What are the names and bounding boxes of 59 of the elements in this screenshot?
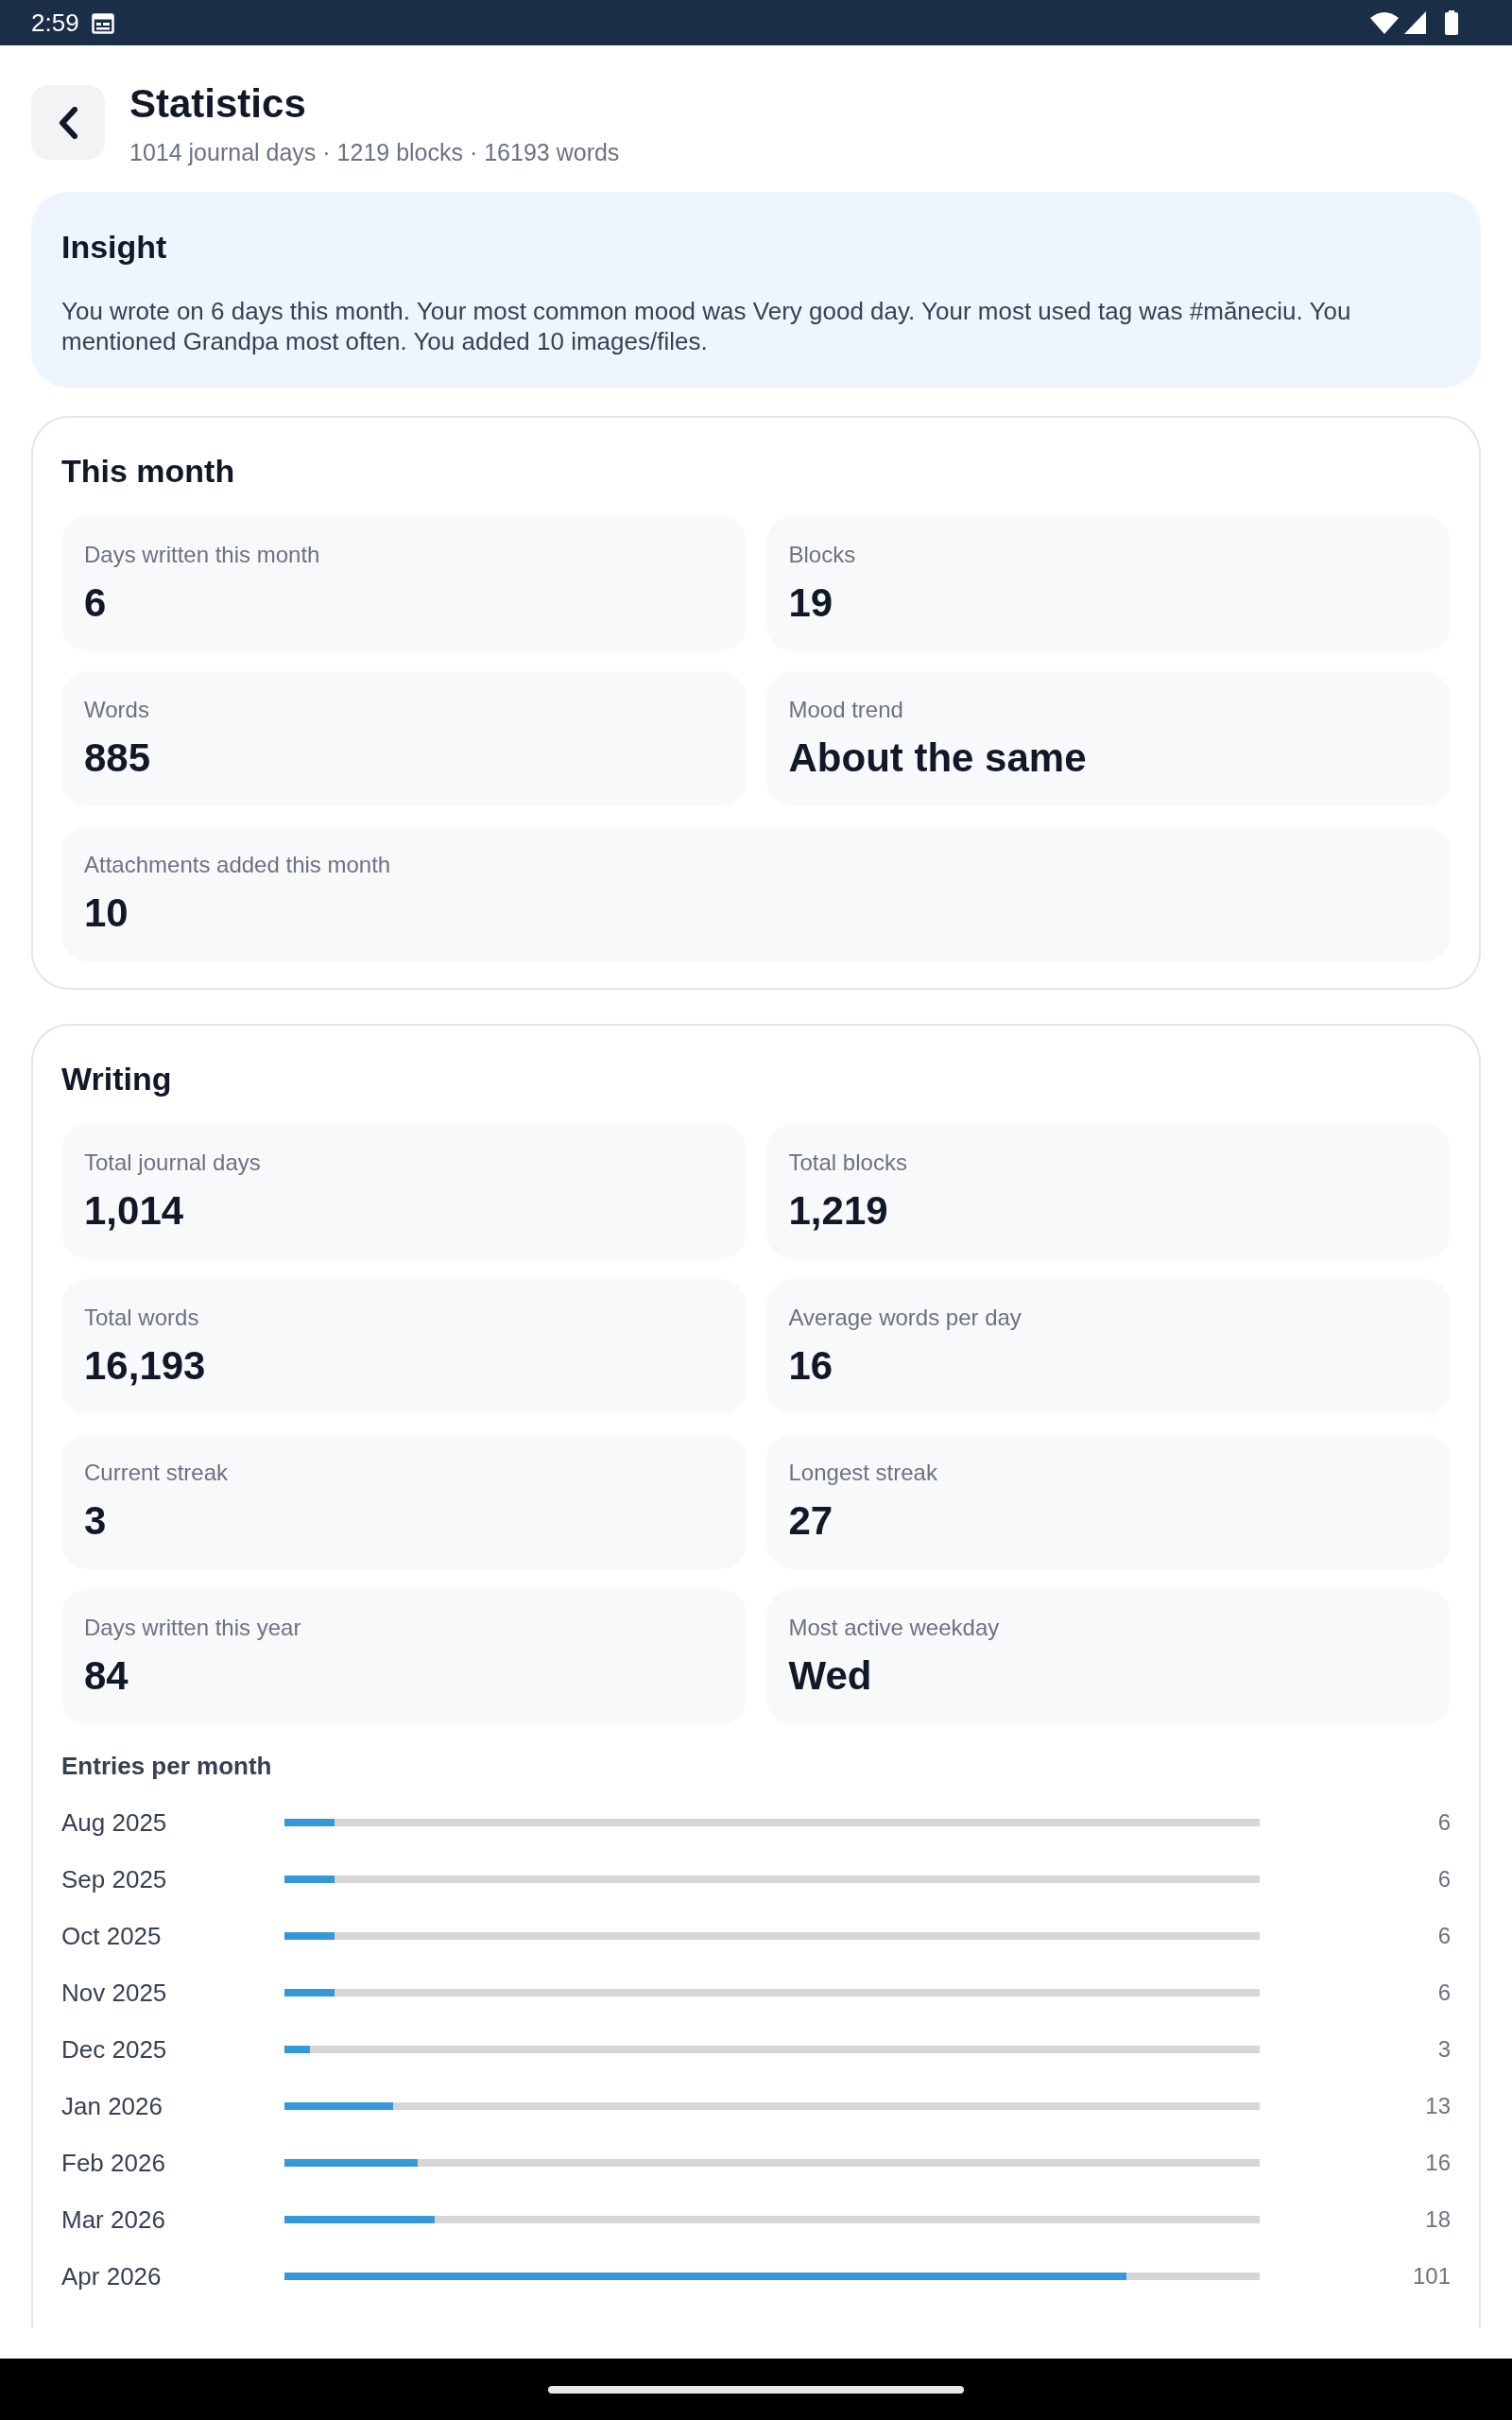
stat-label: Longest streak (788, 1459, 937, 1487)
stat-value: 27 (788, 1497, 833, 1545)
entry-count: 6 (1437, 1922, 1451, 1950)
page-subtitle: 1014 journal days · 1219 blocks · 16193 words (129, 138, 620, 167)
entry-count: 18 (1425, 2205, 1451, 2234)
month-label: Sep 2025 (61, 1864, 167, 1894)
stat-label: Blocks (788, 541, 856, 569)
month-label: Jan 2026 (61, 2091, 163, 2121)
stat-label: Most active weekday (788, 1614, 1000, 1642)
stat-label: Total blocks (788, 1149, 907, 1177)
section-title: This month (61, 452, 236, 490)
insight-text: You wrote on 6 days this month. Your most common mood was Very good day. Your most used tag was #măneciu. You mentioned Grandpa most often. You added 10 images/files. (61, 296, 1352, 356)
stat-value: 16,193 (84, 1342, 206, 1390)
month-label: Dec 2025 (61, 2034, 167, 2065)
battery-icon (1445, 10, 1458, 35)
stat-value: 1,219 (788, 1187, 888, 1235)
wifi-icon (1370, 11, 1399, 34)
entry-count: 6 (1437, 1808, 1451, 1837)
signal-icon (1404, 11, 1426, 34)
entry-count: 6 (1437, 1979, 1451, 2007)
entry-count: 3 (1437, 2035, 1451, 2064)
page-title: Statistics (129, 81, 307, 127)
stat-value: 10 (84, 890, 129, 937)
stat-value: 6 (84, 579, 107, 627)
stat-value: 16 (788, 1342, 833, 1390)
entry-count: 13 (1425, 2092, 1451, 2120)
stat-value: 885 (84, 735, 151, 782)
stat-value: 1,014 (84, 1187, 184, 1235)
entry-count: 6 (1437, 1865, 1451, 1893)
stat-label: Words (84, 696, 149, 724)
month-label: Mar 2026 (61, 2204, 165, 2235)
month-label: Apr 2026 (61, 2261, 162, 2291)
stat-label: Total journal days (84, 1149, 261, 1177)
insight-title: Insight (61, 228, 168, 266)
month-label: Aug 2025 (61, 1807, 167, 1838)
stat-value: About the same (788, 735, 1087, 782)
chart-title: Entries per month (61, 1751, 273, 1781)
stat-label: Total words (84, 1304, 199, 1332)
stat-label: Attachments added this month (84, 851, 391, 879)
stat-label: Average words per day (788, 1304, 1022, 1332)
month-label: Nov 2025 (61, 1978, 167, 2008)
entry-count: 101 (1412, 2262, 1451, 2290)
month-label: Feb 2026 (61, 2148, 165, 2178)
chevron-left-icon (59, 106, 77, 139)
status-time: 2:59 (31, 9, 79, 37)
stat-value: Wed (788, 1652, 872, 1700)
entry-count: 16 (1425, 2149, 1451, 2177)
back-button[interactable] (31, 85, 105, 160)
stat-value: 19 (788, 579, 833, 627)
stat-label: Mood trend (788, 696, 903, 724)
stat-label: Current streak (84, 1459, 229, 1487)
calendar-icon (91, 11, 114, 34)
section-title: Writing (61, 1060, 173, 1098)
home-handle[interactable] (548, 2385, 964, 2394)
stat-label: Days written this year (84, 1614, 301, 1642)
stat-value: 3 (84, 1497, 107, 1545)
stat-value: 84 (84, 1652, 129, 1700)
month-label: Oct 2025 (61, 1921, 162, 1951)
stat-label: Days written this month (84, 541, 320, 569)
